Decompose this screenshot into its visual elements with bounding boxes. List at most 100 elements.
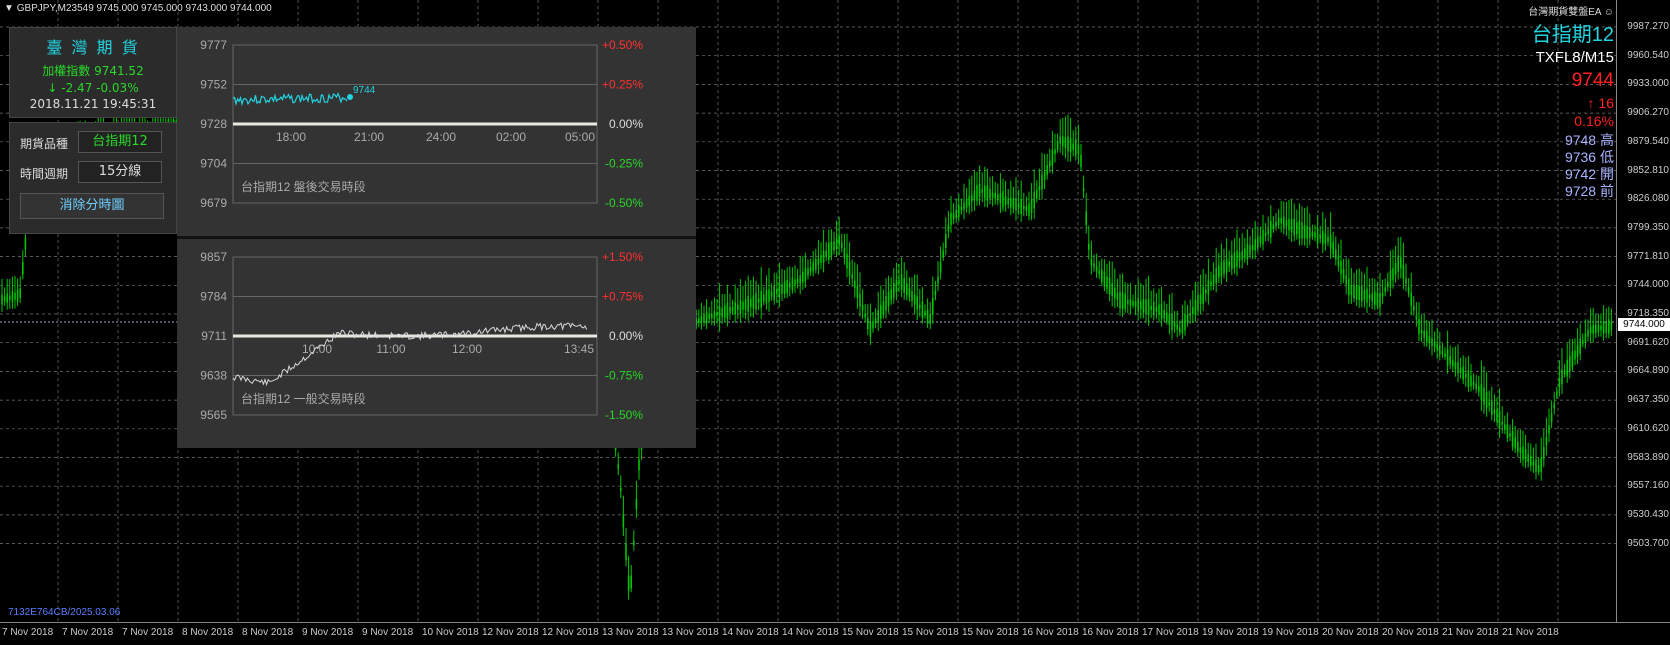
candle-body xyxy=(1298,221,1301,239)
candle-body xyxy=(1155,306,1158,312)
product-select[interactable]: 台指期12 xyxy=(78,131,162,153)
info-low: 9736 低 xyxy=(1564,149,1614,165)
price-axis[interactable]: 9987.270 9960.540 9933.000 9906.270 9879.540… xyxy=(1616,0,1670,622)
info-product: 台指期12 xyxy=(1531,24,1614,46)
candle-body xyxy=(1561,369,1563,385)
info-change-pct: 0.16% xyxy=(1574,113,1614,129)
candle-body xyxy=(895,279,898,293)
mini-pct-label: 0.00% xyxy=(609,329,643,343)
candle-body xyxy=(1475,383,1477,389)
candle-body xyxy=(1319,234,1321,239)
candle-body xyxy=(1272,224,1275,229)
candle-body xyxy=(900,274,903,291)
candle-body xyxy=(1491,400,1493,415)
period-select[interactable]: 15分線 xyxy=(78,161,162,183)
mini-y-label: 9638 xyxy=(200,369,227,383)
candle-body xyxy=(638,459,640,471)
candle-body xyxy=(794,279,796,286)
candle-body xyxy=(963,202,965,210)
candle-body xyxy=(1202,286,1204,304)
candle-body xyxy=(1368,294,1371,299)
candle-body xyxy=(1423,330,1425,338)
candle-body xyxy=(1283,216,1285,228)
candle-body xyxy=(1309,228,1311,239)
ea-name: 台灣期貨雙盤EA ☺ xyxy=(1528,7,1614,18)
candle-body xyxy=(1293,218,1295,236)
date-tick: 8 Nov 2018 xyxy=(182,627,234,638)
chart-menu-icon[interactable]: ▼ xyxy=(4,3,17,14)
candle-body xyxy=(1314,232,1316,238)
candle-body xyxy=(1379,292,1381,308)
candle-body xyxy=(1051,150,1054,166)
candle-body xyxy=(1210,280,1212,287)
candle-body xyxy=(1296,222,1298,235)
candle-body xyxy=(965,198,968,208)
candle-body xyxy=(713,311,716,319)
date-axis[interactable]: 7 Nov 2018 7 Nov 2018 7 Nov 2018 8 Nov 2018… xyxy=(0,622,1670,645)
candle-body xyxy=(994,193,996,200)
date-tick: 9 Nov 2018 xyxy=(362,627,414,638)
candle-body xyxy=(817,258,820,265)
candle-body xyxy=(1025,206,1028,212)
mini-y-label: 9679 xyxy=(200,196,227,210)
candle-body xyxy=(1095,266,1098,272)
candle-body xyxy=(1587,330,1589,337)
candle-body xyxy=(1374,291,1376,305)
candle-body xyxy=(856,286,859,299)
candle-body xyxy=(1556,392,1558,396)
candle-body xyxy=(1228,261,1230,267)
date-tick: 12 Nov 2018 xyxy=(482,627,539,638)
candle-body xyxy=(1524,448,1527,463)
candle-body xyxy=(1459,368,1462,373)
candle-body xyxy=(1082,188,1085,192)
candle-body xyxy=(958,205,960,218)
candle-body xyxy=(937,276,939,284)
candle-body xyxy=(744,299,747,311)
candle-body xyxy=(1225,258,1228,273)
candle-body xyxy=(838,236,840,246)
candle-body xyxy=(789,282,791,288)
candle-body xyxy=(716,312,718,317)
candle-body xyxy=(885,295,887,311)
candle-body xyxy=(973,190,976,201)
candle-body xyxy=(14,292,16,300)
candle-body xyxy=(1407,286,1410,294)
candle-body xyxy=(911,291,913,301)
candle-body xyxy=(968,195,970,206)
date-tick: 16 Nov 2018 xyxy=(1022,627,1079,638)
candle-body xyxy=(729,306,731,314)
mini-y-label: 9711 xyxy=(201,329,227,343)
candle-body xyxy=(1519,447,1522,454)
mini-pct-label: +1.50% xyxy=(602,250,643,264)
price-tick: 9852.810 xyxy=(1627,164,1669,176)
candle-body xyxy=(1140,301,1142,310)
candle-body xyxy=(802,271,804,283)
clear-chart-button[interactable]: 消除分時圖 xyxy=(20,193,164,219)
mini-x-label: 02:00 xyxy=(496,130,526,144)
candle-body xyxy=(1610,321,1613,330)
candle-body xyxy=(1381,293,1384,297)
candle-body xyxy=(703,314,705,323)
candle-body xyxy=(1485,391,1488,408)
candle-body xyxy=(1392,268,1394,280)
candle-body xyxy=(864,313,866,318)
date-tick: 19 Nov 2018 xyxy=(1202,627,1259,638)
candle-body xyxy=(1030,199,1033,213)
candle-body xyxy=(1470,375,1472,387)
candle-body xyxy=(1077,144,1080,154)
candle-body xyxy=(1010,197,1012,208)
candle-body xyxy=(955,209,957,218)
candle-body xyxy=(1441,350,1444,354)
candle-body xyxy=(1231,255,1233,270)
candle-body xyxy=(1069,138,1072,153)
candle-body xyxy=(1501,421,1503,425)
candle-body xyxy=(934,290,937,296)
candle-body xyxy=(1545,437,1548,446)
info-change: ↑ 16 xyxy=(1587,95,1614,111)
candle-body xyxy=(1111,283,1113,297)
index-value: 加權指數 9741.52 xyxy=(42,64,144,78)
candle-body xyxy=(1592,324,1594,334)
candle-body xyxy=(3,296,6,302)
candle-body xyxy=(1212,274,1215,285)
candle-body xyxy=(1004,195,1007,205)
